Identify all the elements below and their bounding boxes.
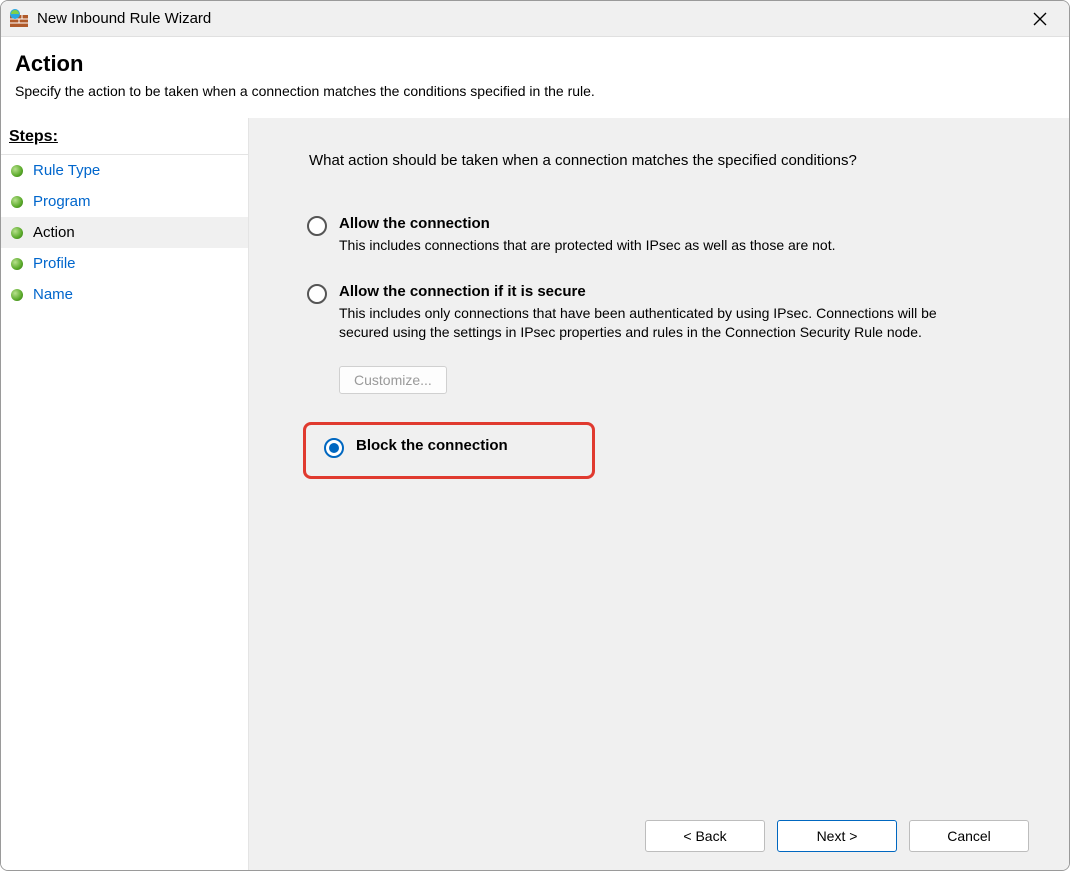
close-button[interactable] — [1017, 1, 1063, 37]
option-allow-secure[interactable]: Allow the connection if it is secure Thi… — [307, 283, 1029, 394]
steps-list: Rule Type Program Action Profile Name — [1, 155, 248, 310]
bullet-icon — [11, 227, 23, 239]
option-title: Allow the connection if it is secure — [339, 283, 979, 300]
option-body: Allow the connection This includes conne… — [339, 215, 836, 255]
customize-button: Customize... — [339, 366, 447, 394]
bullet-icon — [11, 258, 23, 270]
bullet-icon — [11, 289, 23, 301]
step-name[interactable]: Name — [1, 279, 248, 310]
step-label: Program — [33, 193, 91, 210]
step-program[interactable]: Program — [1, 186, 248, 217]
steps-heading: Steps: — [1, 122, 248, 155]
option-title: Allow the connection — [339, 215, 836, 232]
titlebar: New Inbound Rule Wizard — [1, 1, 1069, 37]
bullet-icon — [11, 196, 23, 208]
wizard-footer: < Back Next > Cancel — [289, 810, 1029, 856]
radio-allow[interactable] — [307, 216, 327, 236]
cancel-button[interactable]: Cancel — [909, 820, 1029, 852]
page-subtitle: Specify the action to be taken when a co… — [15, 83, 1055, 99]
wizard-window: New Inbound Rule Wizard Action Specify t… — [0, 0, 1070, 871]
back-button[interactable]: < Back — [645, 820, 765, 852]
highlight-annotation: Block the connection — [303, 422, 595, 479]
wizard-content: What action should be taken when a conne… — [249, 118, 1069, 870]
page-title: Action — [15, 51, 1055, 77]
steps-sidebar: Steps: Rule Type Program Action Profile … — [1, 118, 249, 870]
wizard-body: Steps: Rule Type Program Action Profile … — [1, 118, 1069, 870]
option-desc: This includes connections that are prote… — [339, 236, 836, 255]
firewall-icon — [9, 9, 29, 29]
bullet-icon — [11, 165, 23, 177]
radio-block[interactable] — [324, 438, 344, 458]
window-title: New Inbound Rule Wizard — [37, 10, 1017, 27]
step-label: Profile — [33, 255, 76, 272]
option-block[interactable]: Block the connection — [324, 437, 574, 458]
step-label: Rule Type — [33, 162, 100, 179]
step-rule-type[interactable]: Rule Type — [1, 155, 248, 186]
option-body: Block the connection — [356, 437, 508, 454]
wizard-header: Action Specify the action to be taken wh… — [1, 37, 1069, 118]
option-allow[interactable]: Allow the connection This includes conne… — [307, 215, 1029, 255]
content-prompt: What action should be taken when a conne… — [289, 152, 1029, 169]
step-action[interactable]: Action — [1, 217, 248, 248]
option-body: Allow the connection if it is secure Thi… — [339, 283, 979, 342]
next-button[interactable]: Next > — [777, 820, 897, 852]
step-label: Name — [33, 286, 73, 303]
close-icon — [1033, 12, 1047, 26]
step-profile[interactable]: Profile — [1, 248, 248, 279]
action-options: Allow the connection This includes conne… — [289, 215, 1029, 479]
option-desc: This includes only connections that have… — [339, 304, 979, 342]
step-label: Action — [33, 224, 75, 241]
option-title: Block the connection — [356, 437, 508, 454]
radio-allow-secure[interactable] — [307, 284, 327, 304]
